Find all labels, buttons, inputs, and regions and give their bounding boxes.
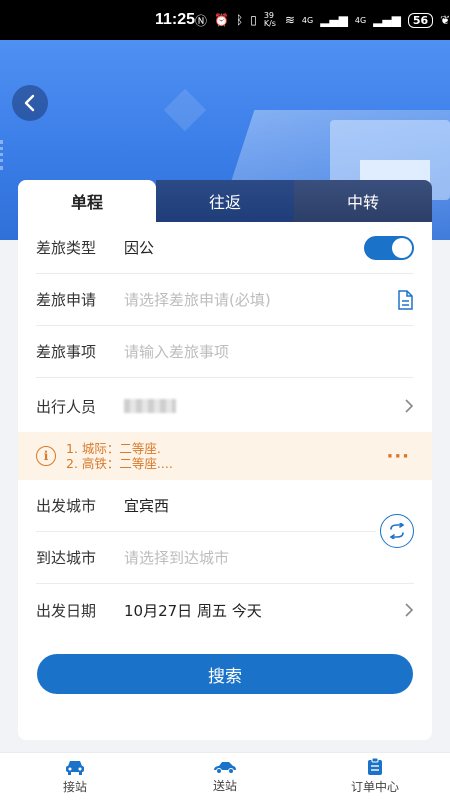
status-icons: Ⓝ ⏰ ᛒ ▯ 39 K/s ≋ 4G ▂▄▆ 4G ▂▄▆ 56 ❦ [195, 12, 450, 29]
nav-dropoff[interactable]: 送站 [150, 753, 300, 800]
depart-city-row[interactable]: 出发城市 宜宾西 [36, 480, 376, 532]
travel-matter-label: 差旅事项 [36, 343, 97, 361]
bluetooth-icon: ᛒ [236, 13, 244, 27]
tab-transfer[interactable]: 中转 [294, 180, 432, 222]
chevron-right-icon [405, 399, 414, 413]
arrive-city-row[interactable]: 到达城市 请选择到达城市 [36, 532, 414, 584]
travel-type-toggle[interactable] [364, 235, 414, 260]
banner-decoration [163, 88, 207, 132]
travel-application-input[interactable]: 请选择差旅申请(必填) [124, 289, 396, 310]
trip-type-tabs: 单程 往返 中转 [18, 180, 432, 222]
travel-matter-row: 差旅事项 请输入差旅事项 [36, 326, 414, 378]
alarm-icon: ⏰ [214, 13, 230, 27]
notice-line-1: 1. 城际：二等座. [66, 441, 161, 456]
depart-date-row[interactable]: 出发日期 10月27日 周五 今天 [36, 584, 414, 636]
notice-lines: 1. 城际：二等座. 2. 高铁：二等座.... [66, 441, 386, 471]
depart-date-label: 出发日期 [36, 601, 97, 620]
depart-date-value: 10月27日 周五 今天 [124, 601, 262, 620]
net-speed: 39 K/s [263, 11, 276, 28]
nav-order-center-label: 订单中心 [350, 780, 399, 794]
tab-one-way[interactable]: 单程 [18, 180, 156, 222]
sedan-icon [214, 762, 236, 774]
signal-2-label: 4G [354, 15, 367, 25]
nav-pickup-label: 接站 [62, 780, 87, 794]
traveler-name-redacted [124, 399, 176, 413]
nav-pickup[interactable]: 接站 [0, 753, 150, 800]
tab-round-trip[interactable]: 往返 [156, 180, 294, 222]
search-button[interactable]: 搜索 [37, 654, 413, 694]
toggle-knob [392, 237, 412, 258]
signal-icon-2: ▂▄▆ [373, 13, 401, 27]
notice-line-2: 2. 高铁：二等座.... [66, 456, 173, 471]
arrive-city-input[interactable]: 请选择到达城市 [124, 547, 414, 568]
status-time: 11:25 [155, 11, 196, 28]
travel-application-label: 差旅申请 [36, 291, 97, 309]
bottom-nav: 接站 送站 订单中心 [0, 752, 450, 800]
car-icon [66, 761, 84, 775]
traveler-label: 出行人员 [36, 397, 97, 416]
travel-type-value: 因公 [124, 239, 155, 257]
travel-type-label: 差旅类型 [36, 239, 97, 257]
travel-application-row[interactable]: 差旅申请 请选择差旅申请(必填) [36, 274, 414, 326]
arrive-city-label: 到达城市 [36, 549, 97, 567]
chevron-left-icon [24, 94, 35, 112]
seat-policy-notice: i 1. 城际：二等座. 2. 高铁：二等座.... ··· [18, 432, 432, 480]
nav-order-center[interactable]: 订单中心 [300, 753, 450, 800]
nfc-icon: Ⓝ [195, 13, 208, 28]
chevron-right-icon [405, 603, 414, 617]
status-bar: 11:25 Ⓝ ⏰ ᛒ ▯ 39 K/s ≋ 4G ▂▄▆ 4G ▂▄▆ 56 … [0, 0, 450, 40]
document-icon[interactable] [396, 289, 414, 310]
travel-type-row: 差旅类型 因公 [36, 222, 414, 274]
more-icon[interactable]: ··· [386, 446, 410, 467]
back-button[interactable] [12, 85, 48, 121]
info-icon: i [36, 446, 56, 466]
clipboard-icon [368, 758, 382, 775]
vibrate-icon: ▯ [250, 13, 257, 27]
traveler-row[interactable]: 出行人员 [36, 380, 414, 432]
traveler-value [124, 399, 404, 413]
signal-1-label: 4G [301, 15, 314, 25]
battery-indicator: 56 [407, 12, 434, 28]
nav-dropoff-label: 送站 [212, 779, 237, 793]
leaf-icon: ❦ [440, 13, 450, 27]
wifi-icon: ≋ [284, 13, 295, 27]
banner-decoration [0, 140, 14, 170]
signal-icon: ▂▄▆ [320, 13, 348, 27]
depart-city-value[interactable]: 宜宾西 [124, 495, 376, 516]
depart-city-label: 出发城市 [36, 497, 97, 515]
travel-matter-input[interactable]: 请输入差旅事项 [124, 341, 414, 362]
